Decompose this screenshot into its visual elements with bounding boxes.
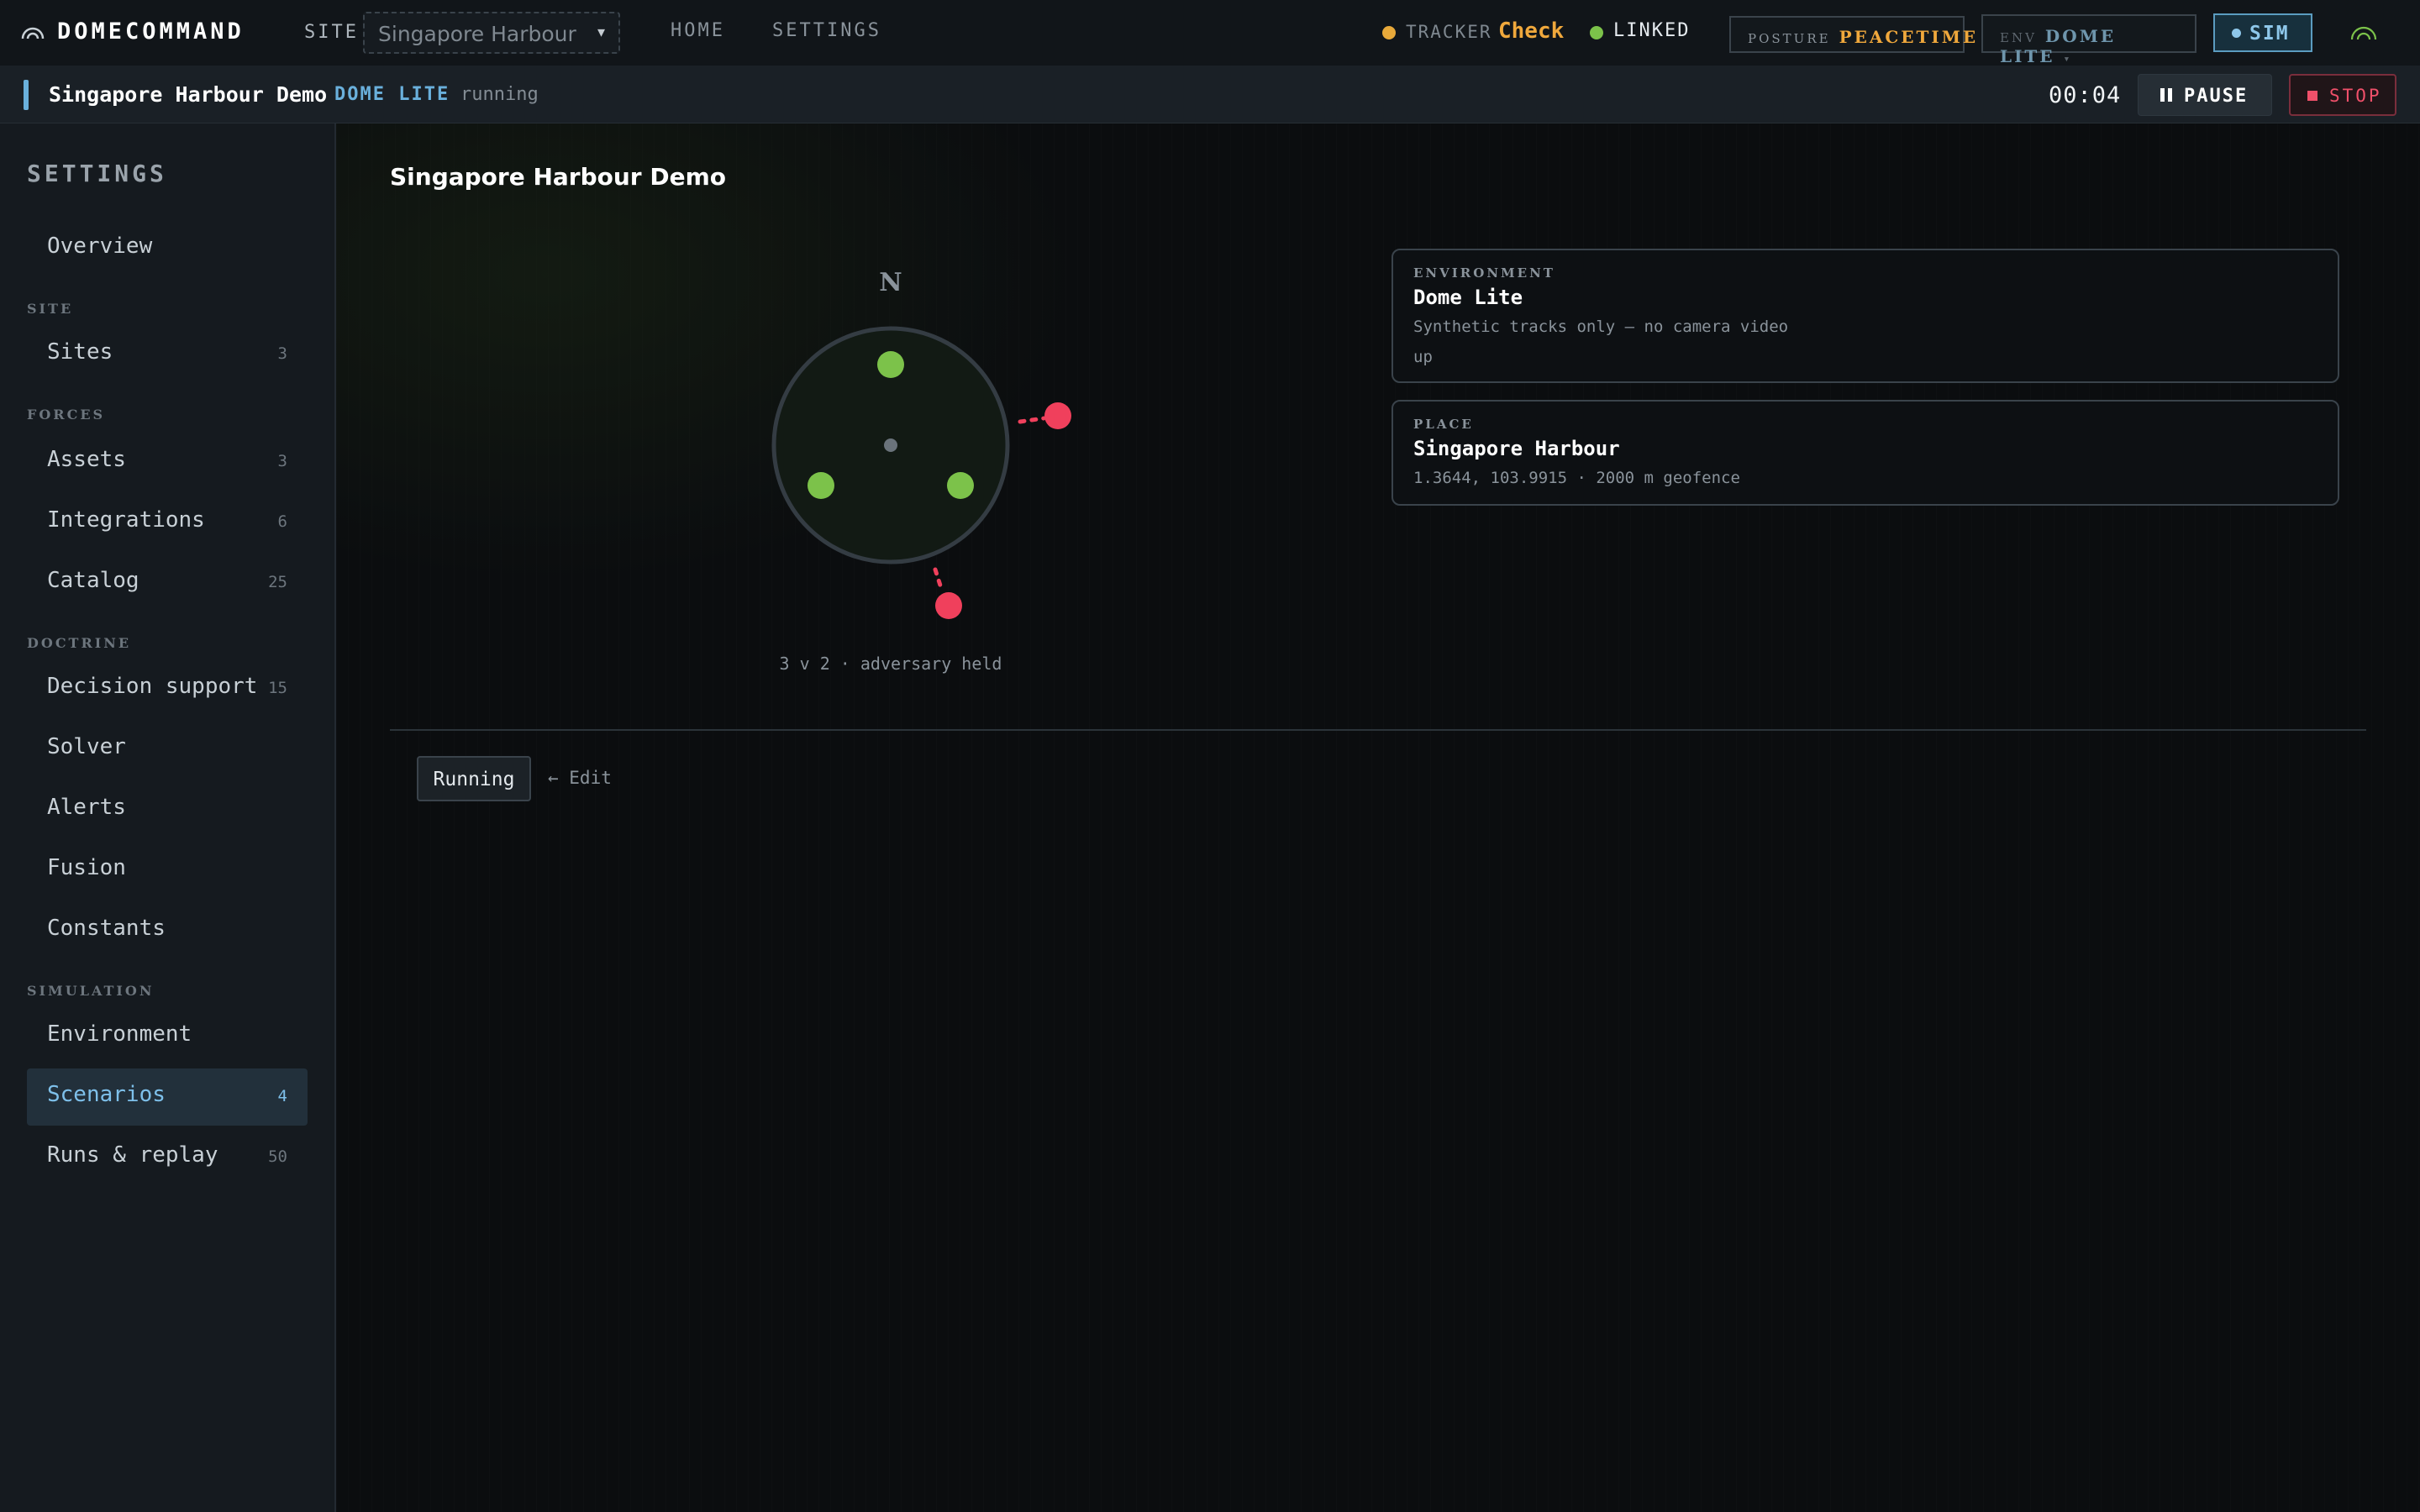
chevron-down-icon: ▾ [2063, 53, 2070, 66]
environment-card-label: ENVIRONMENT [1413, 265, 1555, 281]
sidebar-item-environment[interactable]: Environment [47, 1021, 192, 1047]
sim-dot-icon [2232, 29, 2241, 38]
brand-name: DOMECOMMAND [57, 18, 245, 45]
place-card-title: Singapore Harbour [1413, 437, 1620, 460]
sidebar-item-alerts[interactable]: Alerts [47, 795, 126, 820]
environment-card[interactable]: ENVIRONMENT Dome Lite Synthetic tracks o… [1392, 249, 2339, 383]
sidebar-item-decision-support[interactable]: Decision support [47, 674, 257, 699]
running-status-button[interactable]: Running [417, 756, 531, 801]
hostile-trail-east [1018, 416, 1046, 424]
sidebar-count-scenarios: 4 [277, 1087, 287, 1105]
site-select[interactable]: Singapore Harbour ▾ [363, 12, 620, 54]
nav-home[interactable]: HOME [671, 20, 725, 41]
dome-logo-icon [20, 22, 45, 45]
run-env-badge: DOME LITE [334, 84, 450, 105]
sidebar-title: SETTINGS [27, 160, 167, 187]
radar-caption: 3 v 2 · adversary held [779, 654, 1002, 674]
tracker-status-dot [1382, 26, 1396, 39]
tracker-label: TRACKER [1406, 22, 1492, 42]
sidebar-group-forces: FORCES [27, 407, 106, 423]
sidebar-item-runs-replay[interactable]: Runs & replay [47, 1142, 218, 1168]
hostile-track-east [1044, 402, 1071, 429]
top-bar: DOMECOMMAND SITE Singapore Harbour ▾ HOM… [0, 0, 2420, 66]
env-select[interactable]: ENV DOME LITE ▾ [1981, 14, 2196, 66]
hostile-trail-south [933, 567, 944, 591]
scenario-radar: N [739, 260, 1092, 650]
sidebar-item-solver[interactable]: Solver [47, 734, 126, 759]
nav-settings[interactable]: SETTINGS [772, 20, 881, 41]
section-divider [390, 729, 2366, 731]
place-card-details: 1.3644, 103.9915 · 2000 m geofence [1413, 469, 1740, 487]
run-title: Singapore Harbour Demo [49, 82, 328, 107]
site-select-value: Singapore Harbour [378, 22, 576, 46]
sidebar-count-catalog: 25 [268, 573, 287, 591]
site-label: SITE [304, 22, 359, 43]
environment-card-title: Dome Lite [1413, 286, 1523, 309]
chevron-down-icon: ▾ [597, 24, 605, 41]
environment-card-description: Synthetic tracks only — no camera video [1413, 318, 1789, 336]
place-card[interactable]: PLACE Singapore Harbour 1.3644, 103.9915… [1392, 400, 2339, 506]
pause-icon [2159, 87, 2174, 108]
stop-label: STOP [2329, 86, 2382, 106]
sidebar-item-overview[interactable]: Overview [47, 234, 152, 259]
link-status-dot [1590, 26, 1603, 39]
sidebar-item-constants[interactable]: Constants [47, 916, 166, 941]
pause-button[interactable]: PAUSE [2138, 74, 2272, 116]
posture-label: POSTURE [1748, 31, 1831, 46]
sidebar-count-assets: 3 [277, 452, 287, 470]
sim-toggle-button[interactable]: SIM [2213, 13, 2312, 52]
signal-arc-icon[interactable] [2349, 24, 2378, 45]
sidebar-group-doctrine: DOCTRINE [27, 635, 132, 651]
tracker-value[interactable]: Check [1498, 18, 1564, 44]
friendly-asset-east [947, 472, 974, 499]
pause-label: PAUSE [2184, 86, 2249, 107]
place-card-label: PLACE [1413, 417, 1474, 432]
sidebar-count-decision-support: 15 [268, 679, 287, 697]
center-marker [884, 438, 897, 452]
sidebar-item-catalog[interactable]: Catalog [47, 568, 139, 593]
stop-button[interactable]: STOP [2289, 74, 2396, 116]
link-status-label: LINKED [1613, 20, 1691, 41]
env-label: ENV [2000, 30, 2037, 45]
environment-card-status: up [1413, 348, 1433, 366]
sidebar-item-sites[interactable]: Sites [47, 339, 113, 365]
sidebar-item-fusion[interactable]: Fusion [47, 855, 126, 880]
run-timer: 00:04 [2049, 82, 2122, 108]
north-label: N [879, 268, 902, 297]
friendly-asset-north [877, 351, 904, 378]
sidebar-group-simulation: SIMULATION [27, 983, 155, 999]
hostile-track-south [935, 592, 962, 619]
posture-badge[interactable]: POSTURE PEACETIME [1729, 16, 1975, 53]
sidebar-count-integrations: 6 [277, 512, 287, 531]
sidebar-item-integrations[interactable]: Integrations [47, 507, 205, 533]
stop-icon [2307, 91, 2317, 101]
sidebar-item-assets[interactable]: Assets [47, 447, 126, 472]
sim-label: SIM [2249, 23, 2290, 45]
sidebar-item-scenarios[interactable]: Scenarios [47, 1082, 166, 1107]
run-accent-bar [24, 80, 29, 110]
run-state: running [460, 84, 539, 105]
sidebar-count-sites: 3 [277, 344, 287, 363]
friendly-asset-west [808, 472, 834, 499]
scenario-title: Singapore Harbour Demo [390, 163, 727, 191]
sidebar-group-site: SITE [27, 301, 74, 317]
posture-value: PEACETIME [1839, 27, 1979, 47]
edit-link[interactable]: ← Edit [548, 768, 612, 788]
sidebar-count-runs-replay: 50 [268, 1147, 287, 1166]
